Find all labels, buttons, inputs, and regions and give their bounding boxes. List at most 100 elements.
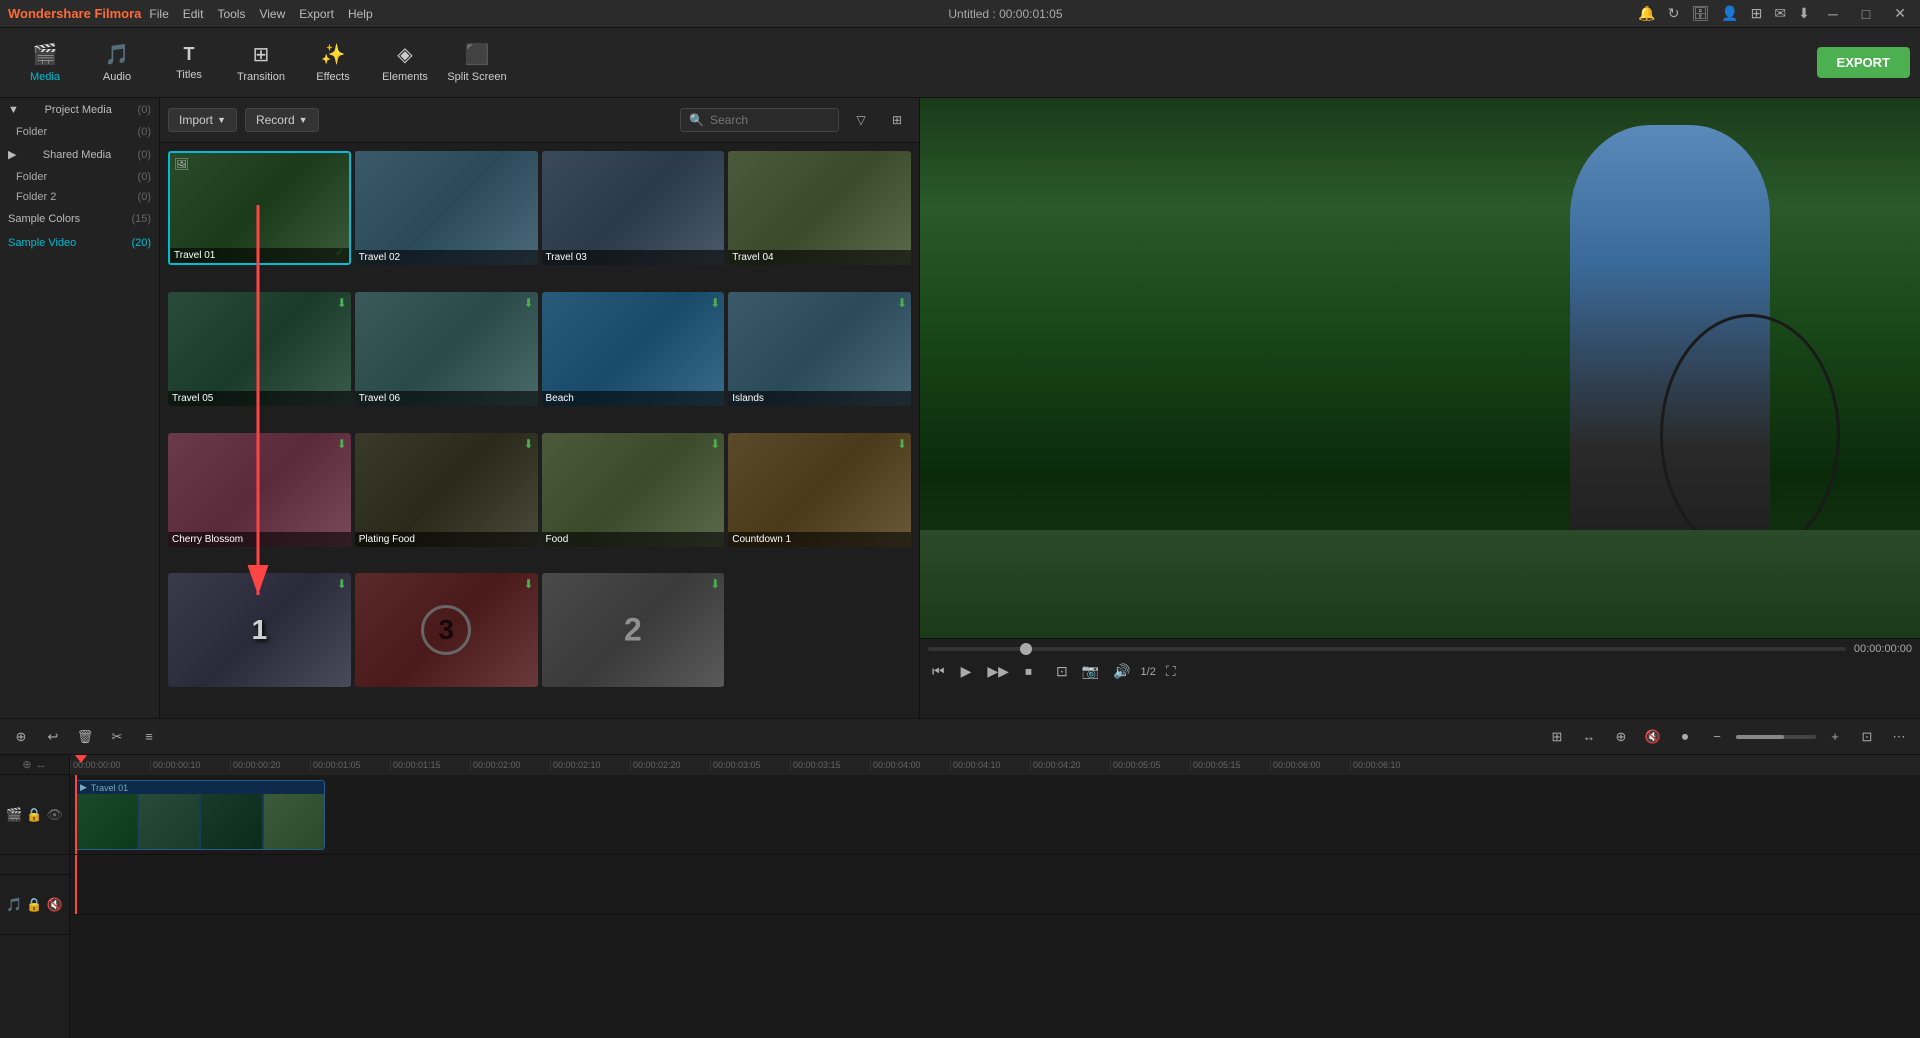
video-track[interactable]: ▶ Travel 01 — [70, 775, 1920, 855]
media-item-cherry[interactable]: ⬇ Cherry Blossom — [168, 433, 351, 547]
eye-icon[interactable]: 👁 — [46, 807, 63, 823]
toolbar-effects[interactable]: ✨ Effects — [298, 33, 368, 93]
link-tracks-icon[interactable]: ↔ — [36, 759, 47, 771]
more-options-button[interactable]: ⋯ — [1886, 724, 1912, 750]
zoom-slider[interactable] — [1736, 735, 1816, 739]
sidebar-item-shared-folder[interactable]: Folder (0) — [0, 167, 159, 187]
fullscreen-icon[interactable]: ⛶ — [1162, 659, 1180, 684]
zoom-out-button[interactable]: − — [1704, 724, 1730, 750]
download-icon[interactable]: ⬇ — [1798, 5, 1810, 22]
mute-button[interactable]: 🔇 — [1640, 724, 1666, 750]
step-back-button[interactable]: ⏮ — [928, 659, 949, 684]
media-item-label: Food — [542, 532, 725, 547]
playhead[interactable] — [75, 755, 87, 775]
media-item-travel02[interactable]: Travel 02 — [355, 151, 538, 265]
timeline-nav-buttons: ⊕ ↔ — [0, 755, 69, 775]
filter-button[interactable]: ▽ — [847, 106, 875, 134]
sync-icon[interactable]: ↻ — [1668, 5, 1680, 22]
storage-icon[interactable]: 🗄 — [1691, 5, 1709, 22]
maximize-button[interactable]: □ — [1856, 6, 1876, 22]
add-track-button[interactable]: ⊞ — [1544, 724, 1570, 750]
account-icon[interactable]: 👤 — [1721, 5, 1738, 22]
media-item-countdown-a[interactable]: ⬇ 1 — [168, 573, 351, 687]
play-button[interactable]: ▶ — [957, 659, 976, 684]
toolbar-media[interactable]: 🎬 Media — [10, 33, 80, 93]
scrubber-knob[interactable] — [1020, 643, 1032, 655]
minimize-button[interactable]: ─ — [1822, 6, 1844, 22]
layout-icon[interactable]: ⊞ — [1751, 5, 1763, 22]
media-item-travel01[interactable]: 🖼 ✓ Travel 01 — [168, 151, 351, 265]
media-item-travel06[interactable]: ⬇ Travel 06 — [355, 292, 538, 406]
download-icon: ⬇ — [337, 296, 347, 310]
media-grid: 🖼 ✓ Travel 01 Travel 02 Travel 03 Travel… — [160, 143, 919, 718]
audio-mute-icon[interactable]: 🔇 — [47, 897, 63, 913]
add-layer-button[interactable]: ⊕ — [1608, 724, 1634, 750]
media-item-label: Travel 05 — [168, 391, 351, 406]
notifications-icon[interactable]: 🔔 — [1638, 5, 1655, 22]
sidebar-sample-video-header[interactable]: Sample Video (20) — [0, 231, 159, 255]
add-marker-button[interactable]: ⊕ — [8, 724, 34, 750]
snapshot-icon[interactable]: 📷 — [1078, 659, 1103, 684]
record-button[interactable]: Record ▼ — [245, 108, 319, 132]
ruler-mark-2: 00:00:00:20 — [230, 760, 310, 770]
search-input[interactable] — [710, 113, 830, 127]
add-video-track-icon[interactable]: ⊕ — [22, 758, 31, 771]
menu-file[interactable]: File — [149, 7, 168, 21]
resize-icon[interactable]: ⊡ — [1052, 659, 1072, 684]
timeline-cursor-audio — [75, 855, 77, 914]
stop-button[interactable]: ⏹ — [1021, 659, 1036, 684]
grid-view-button[interactable]: ⊞ — [883, 106, 911, 134]
toolbar-titles[interactable]: T Titles — [154, 33, 224, 93]
fit-timeline-button[interactable]: ⊡ — [1854, 724, 1880, 750]
link-button[interactable]: ↔ — [1576, 724, 1602, 750]
media-item-travel03[interactable]: Travel 03 — [542, 151, 725, 265]
redo-button[interactable]: 🗑 — [72, 724, 98, 750]
menu-help[interactable]: Help — [348, 7, 373, 21]
menu-tools[interactable]: Tools — [217, 7, 245, 21]
scrubber-bar[interactable] — [928, 647, 1846, 651]
toolbar-transition[interactable]: ⊞ Transition — [226, 33, 296, 93]
video-icon[interactable]: 🎬 — [6, 807, 22, 823]
audio-track[interactable] — [70, 855, 1920, 915]
toolbar-audio[interactable]: 🎵 Audio — [82, 33, 152, 93]
zoom-in-button[interactable]: + — [1822, 724, 1848, 750]
media-item-food[interactable]: ⬇ Food — [542, 433, 725, 547]
toolbar-elements-label: Elements — [382, 71, 428, 83]
toolbar-elements[interactable]: ◈ Elements — [370, 33, 440, 93]
split-button[interactable]: ≡ — [136, 724, 162, 750]
zoom-level: 1/2 — [1141, 666, 1156, 678]
media-item-countdown-c[interactable]: ⬇ 2 — [542, 573, 725, 687]
media-item-countdown1[interactable]: ⬇ Countdown 1 — [728, 433, 911, 547]
undo-button[interactable]: ↩ — [40, 724, 66, 750]
sidebar-sample-colors-header[interactable]: Sample Colors (15) — [0, 207, 159, 231]
record-timeline-button[interactable]: ⏺ — [1672, 724, 1698, 750]
media-item-beach[interactable]: ⬇ Beach — [542, 292, 725, 406]
menu-view[interactable]: View — [259, 7, 285, 21]
sidebar-item-project-folder[interactable]: Folder (0) — [0, 122, 159, 142]
timeline-clip-travel01[interactable]: ▶ Travel 01 — [75, 780, 325, 850]
sidebar-item-shared-folder2[interactable]: Folder 2 (0) — [0, 187, 159, 207]
toolbar-split-screen[interactable]: ⬛ Split Screen — [442, 33, 512, 93]
export-button[interactable]: EXPORT — [1817, 47, 1910, 78]
media-item-travel04[interactable]: Travel 04 — [728, 151, 911, 265]
audio-icon[interactable]: 🎵 — [6, 897, 22, 913]
lock-icon[interactable]: 🔒 — [26, 807, 42, 823]
fast-forward-button[interactable]: ▶▶ — [983, 659, 1013, 684]
cut-button[interactable]: ✂ — [104, 724, 130, 750]
close-button[interactable]: ✕ — [1888, 5, 1912, 22]
volume-icon[interactable]: 🔊 — [1109, 659, 1134, 684]
menu-export[interactable]: Export — [299, 7, 334, 21]
sidebar-project-media-header[interactable]: ▼ Project Media (0) — [0, 98, 159, 122]
media-item-travel05[interactable]: ⬇ Travel 05 — [168, 292, 351, 406]
download-icon: ⬇ — [523, 296, 533, 310]
media-item-label: Cherry Blossom — [168, 532, 351, 547]
media-item-plating[interactable]: ⬇ Plating Food — [355, 433, 538, 547]
menu-edit[interactable]: Edit — [183, 7, 204, 21]
audio-lock-icon[interactable]: 🔒 — [26, 897, 42, 913]
timeline-tracks[interactable]: 00:00:00:00 00:00:00:10 00:00:00:20 00:0… — [70, 755, 1920, 1038]
import-button[interactable]: Import ▼ — [168, 108, 237, 132]
media-item-islands[interactable]: ⬇ Islands — [728, 292, 911, 406]
media-item-countdown-b[interactable]: ⬇ 3 — [355, 573, 538, 687]
sidebar-shared-media-header[interactable]: ▶ Shared Media (0) — [0, 142, 159, 167]
mail-icon[interactable]: ✉ — [1774, 5, 1786, 22]
